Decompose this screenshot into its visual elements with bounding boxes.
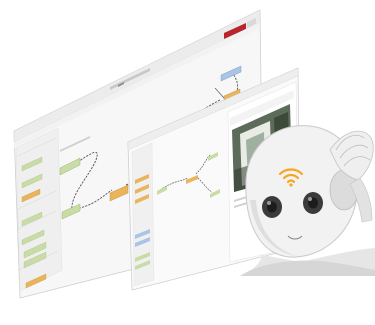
illustration-scene	[13, 9, 375, 299]
back-palette	[15, 127, 63, 292]
